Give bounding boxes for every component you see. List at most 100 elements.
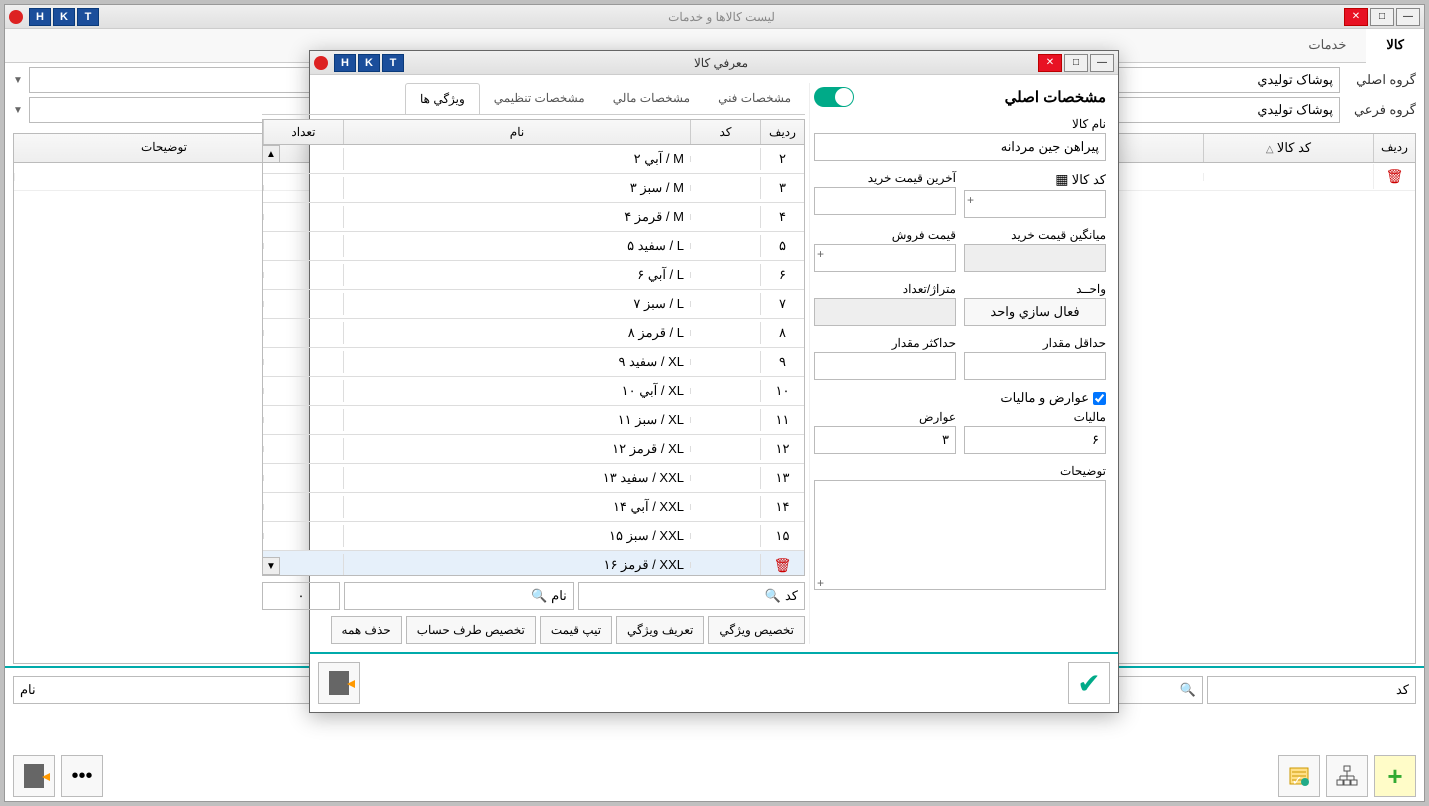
duty-input[interactable] <box>814 426 956 454</box>
unit-activate-button[interactable]: فعال سازي واحد <box>964 298 1106 326</box>
hkt-k[interactable]: K <box>53 8 75 26</box>
max-label: حداکثر مقدار <box>814 336 956 350</box>
modal-maximize-button[interactable]: □ <box>1064 54 1088 72</box>
trash-icon[interactable]: 🗑 <box>774 557 792 573</box>
variant-row[interactable]: 🗑XXL / قرمز ۱۶ <box>263 551 804 575</box>
scroll-down-button[interactable]: ▼ <box>263 557 280 575</box>
search-name-label: نام <box>20 682 36 698</box>
main-window-controls: ✕ □ — <box>1344 8 1420 26</box>
variant-row[interactable]: ۱۰XL / آبي ۱۰ <box>263 377 804 406</box>
list-button[interactable]: ✓ <box>1278 755 1320 797</box>
col-code[interactable]: کد کالا △ <box>1203 134 1373 162</box>
modal-hkt-t[interactable]: T <box>382 54 404 72</box>
sell-input[interactable] <box>814 244 956 272</box>
new-button[interactable]: + <box>1374 755 1416 797</box>
chevron-down-icon[interactable]: ▼ <box>13 105 23 116</box>
variant-row[interactable]: ۹XL / سفید ۹ <box>263 348 804 377</box>
sell-label: قیمت فروش <box>814 228 956 242</box>
variant-row[interactable]: ۸L / قرمز ۸ <box>263 319 804 348</box>
define-attr-button[interactable]: تعریف ویژگي <box>616 616 704 644</box>
variant-row[interactable]: ۲M / آبي ۲ <box>263 145 804 174</box>
plus-icon[interactable]: + <box>817 576 824 590</box>
modal-footer: ✔ <box>310 652 1118 712</box>
variant-row[interactable]: ۴M / قرمز ۴ <box>263 203 804 232</box>
more-button[interactable]: ••• <box>61 755 103 797</box>
min-input[interactable] <box>964 352 1106 380</box>
main-close-button[interactable]: ✕ <box>1344 8 1368 26</box>
duty-label: عوارض <box>814 410 956 424</box>
ok-button[interactable]: ✔ <box>1068 662 1110 704</box>
vsearch-code-label: کد <box>785 588 798 604</box>
vcol-row[interactable]: ردیف <box>760 120 804 144</box>
variant-row[interactable]: ۱۵XXL / سبز ۱۵ <box>263 522 804 551</box>
tab-product[interactable]: کالا <box>1366 29 1424 63</box>
assign-attr-button[interactable]: تخصیص ویژگي <box>708 616 805 644</box>
vsearch-code-input[interactable] <box>585 589 761 604</box>
search-code-input[interactable] <box>1214 683 1390 698</box>
hkt-t[interactable]: T <box>77 8 99 26</box>
variant-table: ردیف کد نام تعداد ▲ ▼ ۲M / آبي ۲۳M / سبز… <box>262 119 805 576</box>
vcol-code[interactable]: کد <box>690 120 760 144</box>
modal-close-button[interactable]: ✕ <box>1038 54 1062 72</box>
desc-label: توضیحات <box>814 464 1106 478</box>
modal-minimize-button[interactable]: — <box>1090 54 1114 72</box>
main-minimize-button[interactable]: — <box>1396 8 1420 26</box>
variant-row[interactable]: ۶L / آبي ۶ <box>263 261 804 290</box>
product-modal: ✕ □ — معرفي کالا H K T مشخصات اصلي نام ک… <box>309 50 1119 713</box>
col-row[interactable]: ردیف <box>1373 134 1415 162</box>
vat-checkbox[interactable] <box>1093 392 1106 405</box>
vcol-name[interactable]: نام <box>343 120 690 144</box>
variant-row[interactable]: ۱۲XL / قرمز ۱۲ <box>263 435 804 464</box>
price-type-button[interactable]: تیپ قیمت <box>540 616 612 644</box>
tax-input[interactable] <box>964 426 1106 454</box>
vat-label: عوارض و مالیات <box>1000 390 1089 406</box>
delete-all-button[interactable]: حذف همه <box>331 616 402 644</box>
modal-hkt-h[interactable]: H <box>334 54 356 72</box>
trash-icon[interactable]: 🗑 <box>1386 168 1404 184</box>
subtab-financial[interactable]: مشخصات مالي <box>599 83 704 114</box>
main-group-label: گروه اصلي <box>1346 72 1416 88</box>
chevron-down-icon[interactable]: ▼ <box>13 75 23 86</box>
variant-row[interactable]: ۵L / سفید ۵ <box>263 232 804 261</box>
subtab-settings[interactable]: مشخصات تنظيمي <box>480 83 599 114</box>
avgbuy-input <box>964 244 1106 272</box>
subtab-technical[interactable]: مشخصات فني <box>704 83 805 114</box>
modal-hkt-k[interactable]: K <box>358 54 380 72</box>
plus-icon[interactable]: + <box>967 193 974 207</box>
main-maximize-button[interactable]: □ <box>1370 8 1394 26</box>
tab-services[interactable]: خدمات <box>1288 29 1366 62</box>
max-input[interactable] <box>814 352 956 380</box>
code-input[interactable] <box>964 190 1106 218</box>
tax-label: مالیات <box>964 410 1106 424</box>
vsearch-name-input[interactable] <box>351 589 527 604</box>
subtab-attributes[interactable]: ویژگي ها <box>405 83 480 114</box>
active-toggle[interactable] <box>814 87 854 107</box>
desc-input[interactable] <box>814 480 1106 590</box>
name-input[interactable] <box>814 133 1106 161</box>
plus-icon[interactable]: + <box>817 247 824 261</box>
variant-row[interactable]: ۱۳XXL / سفید ۱۳ <box>263 464 804 493</box>
search-icon: 🔍 <box>1180 682 1196 698</box>
exit-button[interactable] <box>13 755 55 797</box>
count-label: متراژ/تعداد <box>814 282 956 296</box>
tree-button[interactable] <box>1326 755 1368 797</box>
search-icon: 🔍 <box>765 588 781 604</box>
qr-icon[interactable]: ▦ <box>1055 171 1068 187</box>
variant-body: ▲ ▼ ۲M / آبي ۲۳M / سبز ۳۴M / قرمز ۴۵L / … <box>263 145 804 575</box>
vsearch-name-label: نام <box>551 588 567 604</box>
vsearch-small[interactable]: ۰ <box>262 582 340 610</box>
assign-account-button[interactable]: تخصیص طرف حساب <box>406 616 536 644</box>
scroll-up-button[interactable]: ▲ <box>263 145 280 163</box>
variant-row[interactable]: ۷L / سبز ۷ <box>263 290 804 319</box>
search-code-label: کد <box>1396 682 1409 698</box>
variant-row[interactable]: ۳M / سبز ۳ <box>263 174 804 203</box>
variant-row[interactable]: ۱۴XXL / آبي ۱۴ <box>263 493 804 522</box>
vcol-qty[interactable]: تعداد <box>263 120 343 144</box>
bottom-toolbar: + ✓ ••• <box>13 755 1416 797</box>
hkt-h[interactable]: H <box>29 8 51 26</box>
modal-exit-button[interactable] <box>318 662 360 704</box>
variant-row[interactable]: ۱۱XL / سبز ۱۱ <box>263 406 804 435</box>
lastbuy-label: آخرین قیمت خرید <box>814 171 956 185</box>
avgbuy-label: میانگین قیمت خرید <box>964 228 1106 242</box>
lastbuy-input[interactable] <box>814 187 956 215</box>
